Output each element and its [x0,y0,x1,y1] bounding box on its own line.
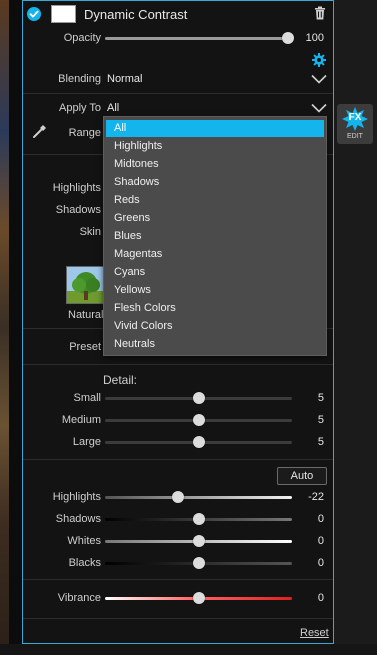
highlights-value: -22 [308,491,324,503]
blacks-value: 0 [317,557,324,569]
blacks-handle[interactable] [192,557,205,569]
fx-badge-text: FX [348,112,362,123]
opacity-slider[interactable] [105,32,294,44]
preset-label: Preset [69,341,101,353]
vibrance-value: 0 [317,592,324,604]
blending-label: Blending [58,73,101,85]
gear-icon [312,53,326,67]
blacks-slider[interactable] [105,557,292,569]
shadows-value: 0 [317,513,324,525]
highlights-handle[interactable] [171,491,184,503]
detail-medium-handle[interactable] [192,414,205,426]
detail-medium-slider[interactable] [105,414,292,426]
shadows-slider[interactable] [105,513,292,525]
highlights-label: Highlights [52,491,101,503]
divider [23,459,333,460]
divider [23,364,333,365]
layer-mask-thumbnail[interactable] [51,5,76,23]
range-label: Range [68,127,101,139]
apply-to-option[interactable]: Magentas [106,246,324,263]
canvas-divider [9,0,22,655]
reset-link[interactable]: Reset [300,627,329,639]
layer-enabled-checkbox[interactable] [27,7,41,21]
divider [23,618,333,619]
detail-small-value: 5 [317,392,324,404]
apply-to-option[interactable]: Greens [106,210,324,227]
detail-title: Detail: [103,373,138,387]
detail-large-slider[interactable] [105,436,292,448]
apply-to-option[interactable]: Yellows [106,282,324,299]
check-icon [29,10,39,18]
vibrance-slider[interactable] [105,592,292,604]
highlights-slider[interactable] [105,491,292,503]
opacity-value: 100 [305,32,324,44]
preset-thumbnail[interactable] [66,266,104,304]
layer-settings-button[interactable] [312,53,326,67]
detail-large-label: Large [72,436,101,448]
divider [23,93,333,94]
blacks-label: Blacks [68,557,101,569]
apply-to-select[interactable]: All [107,102,119,114]
bottom-bar [0,644,377,655]
detail-large-value: 5 [317,436,324,448]
photo-canvas-edge [0,0,9,655]
apply-to-label: Apply To [59,102,101,114]
apply-to-dropdown-list: All Highlights Midtones Shadows Reds Greens Bl… [103,116,327,356]
delete-layer-button[interactable] [314,6,326,20]
detail-small-handle[interactable] [192,392,205,404]
whites-slider[interactable] [105,535,292,547]
detail-small-slider[interactable] [105,392,292,404]
opacity-slider-handle[interactable] [282,32,294,44]
apply-to-option[interactable]: Reds [106,192,324,209]
fx-edit-label: EDIT [347,133,363,140]
shadows-handle[interactable] [192,513,205,525]
divider [23,579,333,580]
shadows-label: Shadows [55,513,101,525]
apply-to-option[interactable]: Vivid Colors [106,318,324,335]
apply-to-option[interactable]: All [106,120,324,137]
whites-handle[interactable] [192,535,205,547]
apply-to-option[interactable]: Shadows [106,174,324,191]
chevron-down-icon[interactable] [311,74,327,84]
fx-edit-button[interactable]: FX EDIT [337,104,373,144]
opacity-fill [105,37,288,40]
opacity-label: Opacity [63,32,101,44]
highlights-protect-label: Highlights [52,182,101,194]
auto-button[interactable]: Auto [277,467,327,485]
side-toolbar [334,0,377,655]
apply-to-option[interactable]: Blues [106,228,324,245]
preset-thumbnail-label: Natural [68,309,104,321]
apply-to-option[interactable]: Cyans [106,264,324,281]
layer-title: Dynamic Contrast [84,7,188,22]
blending-mode-select[interactable]: Normal [107,73,142,85]
detail-large-handle[interactable] [192,436,205,448]
detail-medium-value: 5 [317,414,324,426]
apply-to-option[interactable]: Highlights [106,138,324,155]
detail-small-label: Small [73,392,101,404]
skin-protect-label: Skin [79,226,101,238]
apply-to-option[interactable]: Neutrals [106,336,324,353]
detail-medium-label: Medium [61,414,101,426]
whites-label: Whites [67,535,101,547]
apply-to-option[interactable]: Flesh Colors [106,300,324,317]
tree-thumbnail-icon [67,267,103,303]
trash-icon [315,6,325,20]
shadows-protect-label: Shadows [55,204,101,216]
whites-value: 0 [317,535,324,547]
vibrance-handle[interactable] [192,592,205,604]
vibrance-label: Vibrance [57,592,101,604]
chevron-down-icon[interactable] [311,103,327,113]
apply-to-option[interactable]: Midtones [106,156,324,173]
